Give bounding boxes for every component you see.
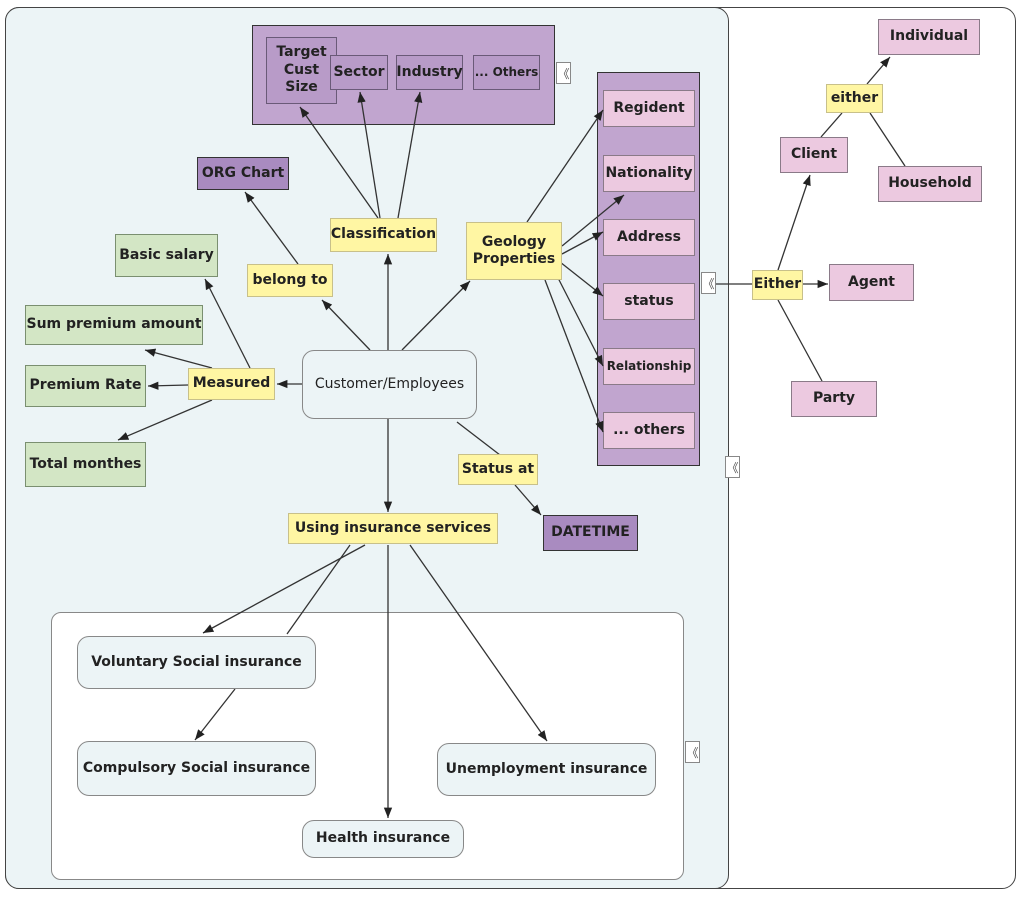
edge-customer-geology [401, 280, 471, 351]
edge-customer-statusat [456, 421, 501, 456]
edge-customer-belongto [321, 299, 371, 351]
edge-using-group [286, 544, 351, 635]
client-node[interactable]: Client [780, 137, 848, 173]
premium-rate-node[interactable]: Premium Rate [25, 365, 146, 407]
measured-node[interactable]: Measured [188, 368, 275, 400]
total-monthes-node[interactable]: Total monthes [25, 442, 146, 487]
edge-either-household [869, 112, 906, 167]
edge-class-industry [397, 91, 423, 219]
edge-geo-status [559, 261, 604, 297]
either-lower-node[interactable]: either [826, 84, 883, 113]
edge-measured-sum [144, 348, 213, 369]
edge-statusat-datetime [514, 484, 542, 516]
voluntary-insurance-node[interactable]: Voluntary Social insurance [77, 636, 316, 689]
org-chart-node[interactable]: ORG Chart [197, 157, 289, 190]
edge-either-client [777, 174, 811, 271]
party-node[interactable]: Party [791, 381, 877, 417]
health-insurance-node[interactable]: Health insurance [302, 820, 464, 858]
edge-class-sector [357, 91, 381, 219]
customer-employees-node[interactable]: Customer/Employees [302, 350, 477, 419]
edge-geo-relationship [554, 271, 604, 367]
datetime-node[interactable]: DATETIME [543, 515, 638, 551]
edge-either-individual [866, 56, 891, 85]
edge-using-unemployment [409, 544, 548, 742]
belong-to-node[interactable]: belong to [247, 264, 333, 297]
edge-either-party [777, 299, 823, 382]
edge-measured-rate [147, 381, 189, 390]
edge-measured-salary [204, 278, 251, 369]
edge-geo-nationality [561, 194, 625, 247]
edge-geo-address [561, 231, 604, 255]
using-insurance-node[interactable]: Using insurance services [288, 513, 498, 544]
either-upper-node[interactable]: Either [752, 270, 803, 300]
edge-client-either [820, 112, 843, 138]
compulsory-insurance-node[interactable]: Compulsory Social insurance [77, 741, 316, 796]
basic-salary-node[interactable]: Basic salary [115, 234, 218, 277]
geology-properties-node[interactable]: Geology Properties [466, 222, 562, 280]
individual-node[interactable]: Individual [878, 19, 980, 55]
edge-geo-others [544, 279, 604, 433]
unemployment-insurance-node[interactable]: Unemployment insurance [437, 743, 656, 796]
edge-geo-regident [526, 109, 604, 223]
classification-node[interactable]: Classification [330, 218, 437, 252]
edge-voluntary-compulsory [194, 688, 236, 741]
sum-premium-node[interactable]: Sum premium amount [25, 305, 203, 345]
agent-node[interactable]: Agent [829, 264, 914, 301]
edge-belongto-orgchart [244, 191, 299, 265]
edge-class-target [299, 106, 379, 219]
status-at-node[interactable]: Status at [458, 454, 538, 485]
household-node[interactable]: Household [878, 166, 982, 202]
